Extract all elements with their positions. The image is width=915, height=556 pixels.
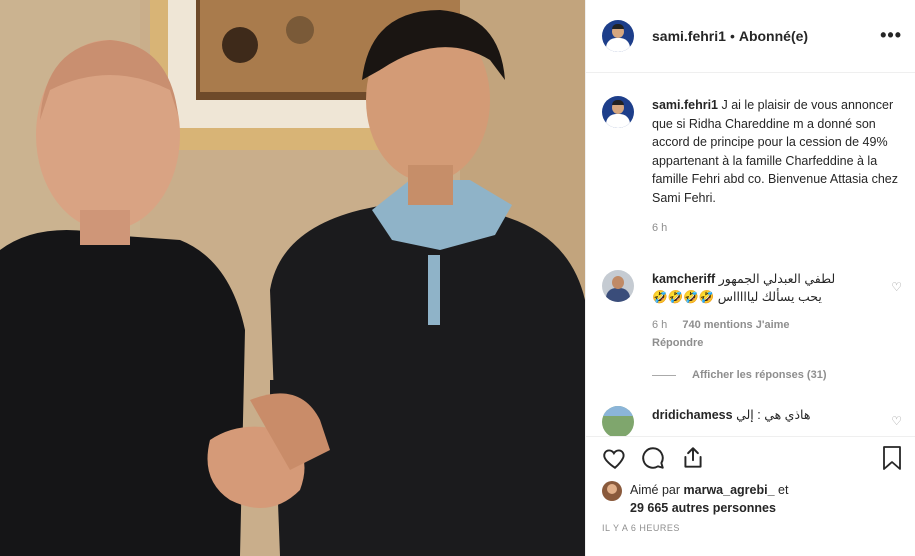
action-bar: Aimé par marwa_agrebi_ et 29 665 autres … bbox=[586, 436, 915, 556]
bookmark-icon[interactable] bbox=[880, 445, 904, 474]
post-image bbox=[0, 0, 585, 556]
post-timestamp[interactable]: IL Y A 6 HEURES bbox=[602, 523, 680, 533]
avatar[interactable] bbox=[602, 406, 634, 436]
heart-icon[interactable]: ♡ bbox=[891, 280, 902, 294]
header-username[interactable]: sami.fehri1 bbox=[652, 28, 726, 44]
likes-summary[interactable]: Aimé par marwa_agrebi_ et 29 665 autres … bbox=[602, 481, 902, 517]
liked-by-prefix: Aimé par bbox=[630, 483, 681, 497]
comment-item: dridichamess هاذي هي : إلي bbox=[602, 406, 902, 436]
comment-text-line2: يحب يسألك لياااااس 🤣🤣🤣🤣 bbox=[652, 290, 822, 304]
comments-list[interactable]: sami.fehri1 J ai le plaisir de vous anno… bbox=[586, 74, 915, 436]
avatar[interactable] bbox=[602, 270, 634, 302]
comment-text: هاذي هي : إلي bbox=[736, 408, 811, 422]
share-icon[interactable] bbox=[680, 445, 706, 474]
comment-likes[interactable]: 740 mentions J'aime bbox=[682, 319, 789, 331]
caption: sami.fehri1 J ai le plaisir de vous anno… bbox=[602, 96, 902, 238]
caption-time[interactable]: 6 h bbox=[652, 222, 667, 234]
heart-icon[interactable] bbox=[602, 445, 628, 474]
comment-username[interactable]: dridichamess bbox=[652, 408, 733, 422]
caption-text: J ai le plaisir de vous annoncer que si … bbox=[652, 98, 898, 205]
avatar[interactable] bbox=[602, 96, 634, 128]
post-panel: sami.fehri1 • Abonné(e) ••• sami.fehri1 … bbox=[585, 0, 915, 556]
comment-item: kamcheriff لطفي العبدلي الجمهور يحب يسأل… bbox=[602, 270, 902, 352]
comment-text-line1: لطفي العبدلي الجمهور bbox=[718, 272, 836, 286]
liked-by-and: et bbox=[778, 483, 789, 497]
comment-icon[interactable] bbox=[640, 445, 666, 474]
liked-by-others[interactable]: 29 665 autres personnes bbox=[630, 501, 776, 515]
avatar[interactable] bbox=[602, 20, 634, 52]
more-icon[interactable]: ••• bbox=[880, 26, 902, 44]
show-replies-label: Afficher les réponses (31) bbox=[692, 369, 827, 381]
comment-username[interactable]: kamcheriff bbox=[652, 272, 715, 286]
liked-by-user[interactable]: marwa_agrebi_ bbox=[684, 483, 775, 497]
follow-status-button[interactable]: Abonné(e) bbox=[739, 28, 808, 44]
avatar[interactable] bbox=[602, 481, 622, 501]
heart-icon[interactable]: ♡ bbox=[891, 414, 902, 428]
post-header: sami.fehri1 • Abonné(e) ••• bbox=[586, 0, 915, 73]
show-replies-button[interactable]: Afficher les réponses (31) bbox=[652, 369, 827, 381]
header-separator: • bbox=[729, 28, 735, 44]
reply-button[interactable]: Répondre bbox=[652, 337, 703, 349]
caption-username[interactable]: sami.fehri1 bbox=[652, 98, 718, 112]
post-photo[interactable] bbox=[0, 0, 585, 556]
comment-time[interactable]: 6 h bbox=[652, 319, 667, 331]
